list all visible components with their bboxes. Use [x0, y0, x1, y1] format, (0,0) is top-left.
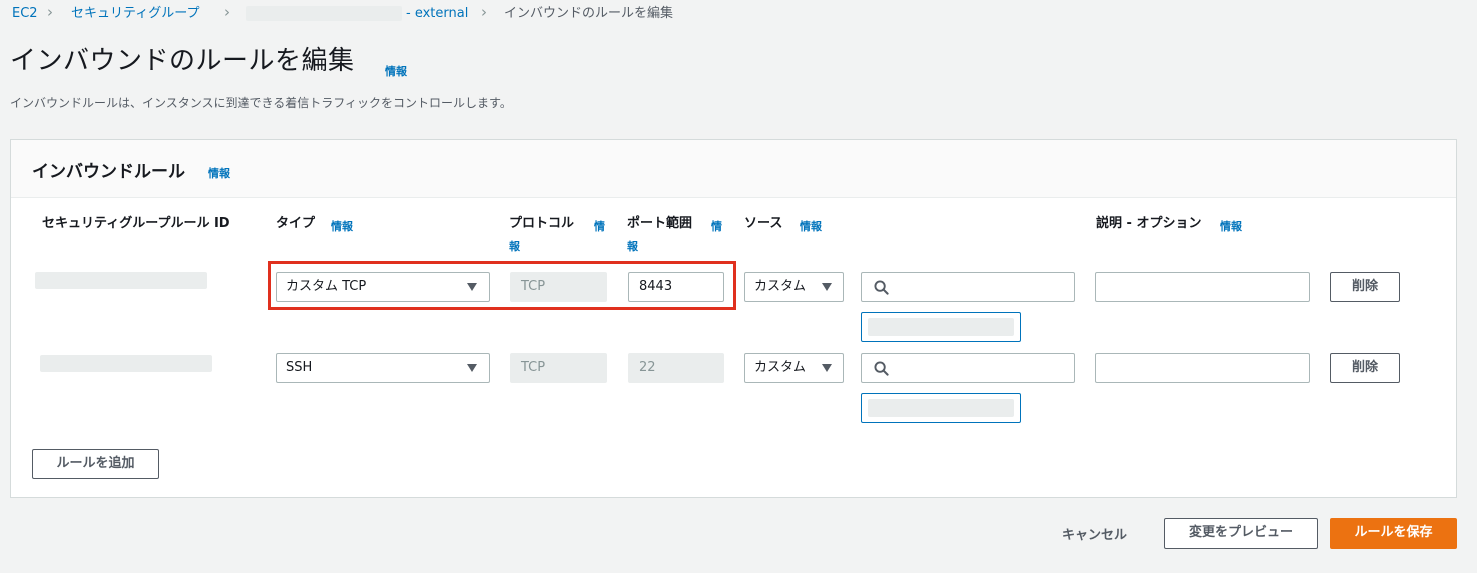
redacted-cidr — [868, 318, 1014, 336]
col-protocol-info-1[interactable]: 情 — [594, 218, 605, 234]
panel-info-link[interactable]: 情報 — [208, 165, 230, 181]
chevron-right-icon: › — [481, 3, 487, 21]
redacted-rule-id — [35, 272, 207, 289]
redacted-sg-name — [246, 6, 402, 21]
col-port-info-1[interactable]: 情 — [711, 218, 722, 234]
col-protocol-info-2[interactable]: 報 — [509, 238, 520, 254]
type-select-value: SSH — [286, 360, 313, 375]
cancel-button[interactable]: キャンセル — [1062, 524, 1127, 543]
source-select[interactable]: カスタム — [744, 353, 844, 383]
port-range-field: 22 — [628, 353, 724, 383]
page-title: インバウンドのルールを編集 — [10, 46, 355, 76]
redacted-rule-id — [40, 355, 212, 372]
col-source: ソース — [744, 216, 783, 231]
search-icon — [874, 361, 889, 376]
panel-header: インバウンドルール 情報 — [11, 140, 1456, 198]
caret-down-icon — [467, 364, 477, 372]
type-select[interactable]: SSH — [276, 353, 490, 383]
page-info-link[interactable]: 情報 — [385, 63, 407, 79]
caret-down-icon — [467, 283, 477, 291]
col-port-range: ポート範囲 — [627, 216, 693, 231]
chevron-right-icon: › — [224, 3, 230, 21]
col-rule-id: セキュリティグループルール ID — [42, 216, 230, 231]
search-icon — [874, 280, 889, 295]
source-select-value: カスタム — [754, 360, 807, 375]
port-range-input[interactable]: 8443 — [628, 272, 724, 302]
breadcrumb-security-groups[interactable]: セキュリティグループ — [71, 5, 199, 23]
col-port-info-2[interactable]: 報 — [627, 238, 638, 254]
type-select-value: カスタム TCP — [286, 279, 367, 294]
source-token[interactable] — [861, 312, 1021, 342]
preview-changes-button[interactable]: 変更をプレビュー — [1164, 518, 1318, 549]
description-input[interactable] — [1095, 353, 1310, 383]
breadcrumb-sg-name[interactable]: - external — [406, 5, 468, 23]
delete-button[interactable]: 削除 — [1330, 353, 1400, 383]
caret-down-icon — [822, 364, 832, 372]
source-token[interactable] — [861, 393, 1021, 423]
page-description: インバウンドルールは、インスタンスに到達できる着信トラフィックをコントロールしま… — [10, 96, 512, 110]
inbound-rules-panel: インバウンドルール 情報 セキュリティグループルール ID タイプ 情報 プロト… — [10, 139, 1457, 498]
save-rules-button[interactable]: ルールを保存 — [1330, 518, 1457, 549]
source-select-value: カスタム — [754, 279, 807, 294]
caret-down-icon — [822, 283, 832, 291]
source-search-input[interactable] — [861, 353, 1075, 383]
col-type: タイプ — [276, 216, 316, 231]
delete-button[interactable]: 削除 — [1330, 272, 1400, 302]
source-select[interactable]: カスタム — [744, 272, 844, 302]
breadcrumb-current: インバウンドのルールを編集 — [504, 6, 674, 21]
add-rule-button[interactable]: ルールを追加 — [32, 449, 159, 479]
type-select[interactable]: カスタム TCP — [276, 272, 490, 302]
source-search-input[interactable] — [861, 272, 1075, 302]
protocol-field: TCP — [510, 353, 607, 383]
col-description-info[interactable]: 情報 — [1220, 218, 1242, 234]
col-protocol: プロトコル — [509, 216, 575, 231]
col-description: 説明 - オプション — [1096, 216, 1202, 231]
panel-title: インバウンドルール — [32, 162, 185, 182]
col-type-info[interactable]: 情報 — [331, 218, 353, 234]
protocol-field: TCP — [510, 272, 607, 302]
breadcrumb-ec2[interactable]: EC2 — [12, 5, 38, 23]
description-input[interactable] — [1095, 272, 1310, 302]
redacted-cidr — [868, 399, 1014, 417]
chevron-right-icon: › — [47, 3, 53, 21]
col-source-info[interactable]: 情報 — [800, 218, 822, 234]
